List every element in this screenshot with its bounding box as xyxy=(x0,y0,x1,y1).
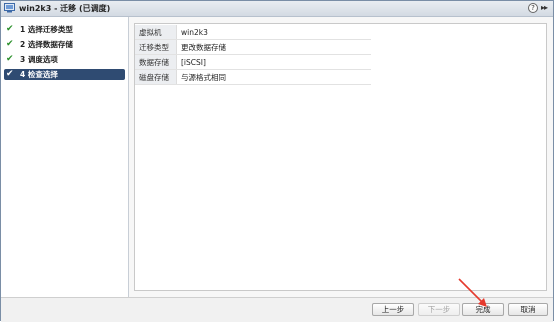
vm-icon xyxy=(4,3,15,13)
checkmark-icon: ✔ xyxy=(6,39,14,49)
expand-icon[interactable]: ▸▸ xyxy=(541,3,548,13)
cancel-button[interactable]: 取消 xyxy=(508,303,548,316)
summary-key: 磁盘存储 xyxy=(135,69,177,85)
back-button[interactable]: 上一步 xyxy=(372,303,414,316)
table-row: 数据存储 [iSCSI] xyxy=(135,54,371,70)
summary-value: [iSCSI] xyxy=(176,54,371,70)
next-button[interactable]: 下一步 xyxy=(418,303,460,316)
step-label: 3 调度选项 xyxy=(20,55,58,64)
step-select-migration-type[interactable]: ✔ 1 选择迁移类型 xyxy=(4,24,125,35)
title-bar: win2k3 - 迁移 (已调度) ? ▸▸ xyxy=(1,1,553,17)
summary-key: 迁移类型 xyxy=(135,39,177,55)
summary-value: 更改数据存储 xyxy=(176,39,371,55)
help-icon[interactable]: ? xyxy=(528,3,538,13)
summary-value: 与源格式相同 xyxy=(176,69,371,85)
summary-panel: 虚拟机 win2k3 迁移类型 更改数据存储 数据存储 [iSCSI] 磁盘存储… xyxy=(134,23,547,291)
summary-key: 数据存储 xyxy=(135,54,177,70)
table-row: 磁盘存储 与源格式相同 xyxy=(135,69,371,85)
migrate-dialog: win2k3 - 迁移 (已调度) ? ▸▸ ✔ 1 选择迁移类型 ✔ 2 选择… xyxy=(0,0,554,322)
summary-value: win2k3 xyxy=(176,25,371,40)
checkmark-icon: ✔ xyxy=(6,54,14,64)
step-schedule-options[interactable]: ✔ 3 调度选项 xyxy=(4,54,125,65)
summary-table: 虚拟机 win2k3 迁移类型 更改数据存储 数据存储 [iSCSI] 磁盘存储… xyxy=(135,25,371,85)
wizard-steps: ✔ 1 选择迁移类型 ✔ 2 选择数据存储 ✔ 3 调度选项 ✔ 4 检查选择 xyxy=(1,17,129,297)
checkmark-icon: ✔ xyxy=(6,69,14,79)
step-select-datastore[interactable]: ✔ 2 选择数据存储 xyxy=(4,39,125,50)
summary-key: 虚拟机 xyxy=(135,25,177,40)
step-label: 1 选择迁移类型 xyxy=(20,25,73,34)
checkmark-icon: ✔ xyxy=(6,24,14,34)
table-row: 虚拟机 win2k3 xyxy=(135,25,371,40)
step-review-selections[interactable]: ✔ 4 检查选择 xyxy=(4,69,125,80)
content-area: 虚拟机 win2k3 迁移类型 更改数据存储 数据存储 [iSCSI] 磁盘存储… xyxy=(129,17,553,297)
step-label: 2 选择数据存储 xyxy=(20,40,73,49)
window-title: win2k3 - 迁移 (已调度) xyxy=(19,4,111,13)
table-row: 迁移类型 更改数据存储 xyxy=(135,39,371,55)
annotation-arrow-icon xyxy=(458,278,487,307)
step-label: 4 检查选择 xyxy=(20,70,58,79)
